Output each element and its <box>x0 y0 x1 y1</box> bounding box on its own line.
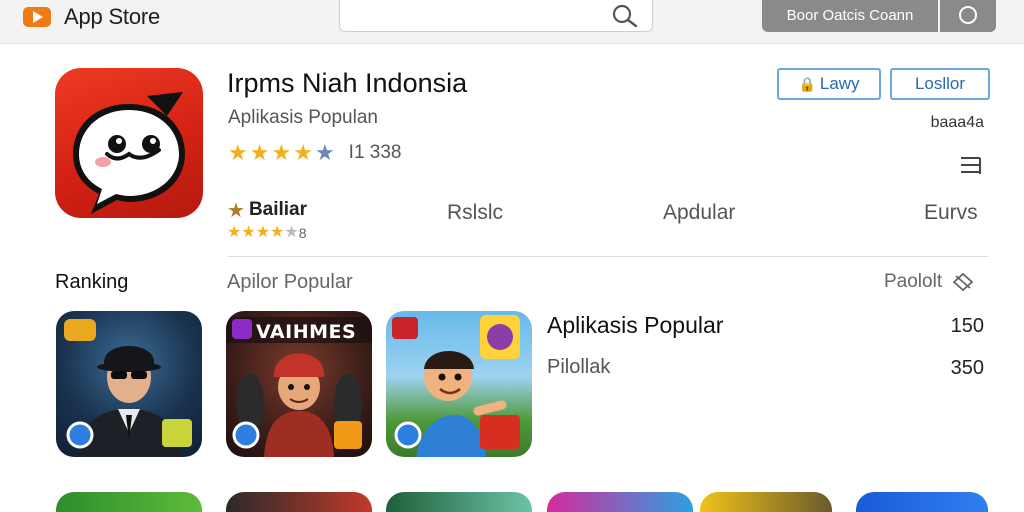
tab-featured[interactable]: ★ Bailiar ★ ★ ★ ★ ★ 8 <box>227 197 307 241</box>
featured-app-icon[interactable] <box>55 68 203 218</box>
tab-3[interactable]: Eurvs <box>924 201 978 225</box>
star-empty-icon: ★ <box>284 224 299 241</box>
brand-name: App Store <box>64 4 161 29</box>
tab-1[interactable]: Rslslc <box>447 201 503 225</box>
ranking-item-name-1[interactable]: Aplikasis Popular <box>547 312 723 339</box>
section-title: Ranking <box>55 271 129 293</box>
divider <box>228 256 988 257</box>
see-all-link[interactable]: Paololt <box>884 271 976 293</box>
rating-count: I1 338 <box>348 142 402 163</box>
agent-character-icon <box>64 319 192 457</box>
app-subtitle: Aplikasis Populan <box>228 107 378 128</box>
menu-icon[interactable] <box>958 154 984 176</box>
star-icon: ★ <box>228 140 248 165</box>
ranking-app-tile-1[interactable] <box>56 311 202 457</box>
app-tile-row2-1[interactable] <box>56 492 202 512</box>
account-button[interactable]: Boor Oatcis Coann <box>762 0 938 32</box>
star-icon: ★ <box>249 140 270 165</box>
profile-button[interactable] <box>940 0 996 32</box>
star-half-icon: ★ <box>314 140 335 165</box>
app-tile-row2-5[interactable] <box>700 492 832 512</box>
rating-stars: ★ ★ ★ ★ ★ <box>228 142 335 164</box>
star-icon: ★ <box>227 199 245 222</box>
app-store-logo-icon <box>22 6 52 28</box>
ranking-item-name-2[interactable]: Pilollak <box>547 356 610 379</box>
see-all-label: Paololt <box>884 271 943 292</box>
star-icon: ★ <box>271 140 292 165</box>
top-bar: App Store Boor Oatcis Coann <box>0 0 1024 44</box>
featured-rating-value: 8 <box>298 225 307 241</box>
circle-icon <box>959 6 977 24</box>
lock-icon: 🔒 <box>798 75 816 92</box>
ranking-app-tile-3[interactable] <box>386 311 532 457</box>
app-title: Irpms Niah Indonsia <box>227 68 468 98</box>
search-input[interactable] <box>350 5 600 25</box>
cartoon-character-icon <box>392 315 520 457</box>
chat-mascot-icon <box>73 92 185 214</box>
app-tile-row2-6[interactable] <box>856 492 988 512</box>
app-rating: ★ ★ ★ ★ ★ I1 338 <box>228 142 402 164</box>
search-box[interactable] <box>339 0 653 32</box>
tab-2[interactable]: Apdular <box>663 201 735 225</box>
expand-icon <box>952 272 974 292</box>
tile-2-caption: VAIHMES <box>256 321 357 343</box>
section-subtitle: Apilor Popular <box>227 271 353 293</box>
search-icon[interactable] <box>610 2 640 28</box>
star-icon: ★ <box>227 224 242 241</box>
app-tile-row2-3[interactable] <box>386 492 532 512</box>
get-button-label: Lawy <box>819 74 860 93</box>
star-icon: ★ <box>293 140 313 165</box>
star-icon: ★ <box>241 224 256 241</box>
get-button[interactable]: 🔒 Lawy <box>777 68 881 100</box>
featured-label-row: ★ Bailiar <box>227 197 307 223</box>
ranking-item-value-1: 150 <box>950 315 984 337</box>
secondary-button[interactable]: Losllor <box>890 68 990 100</box>
ranking-item-value-2: 350 <box>950 357 984 379</box>
star-icon: ★ <box>255 224 271 241</box>
star-half-icon: ★ <box>270 224 285 241</box>
brand[interactable]: App Store <box>22 4 161 29</box>
app-tile-row2-4[interactable] <box>547 492 693 512</box>
featured-label: Bailiar <box>248 199 308 220</box>
app-tile-row2-2[interactable] <box>226 492 372 512</box>
app-meta: baaa4a <box>930 114 984 131</box>
ranking-app-tile-2[interactable]: VAIHMES <box>226 311 372 457</box>
featured-rating: ★ ★ ★ ★ ★ 8 <box>227 224 307 242</box>
